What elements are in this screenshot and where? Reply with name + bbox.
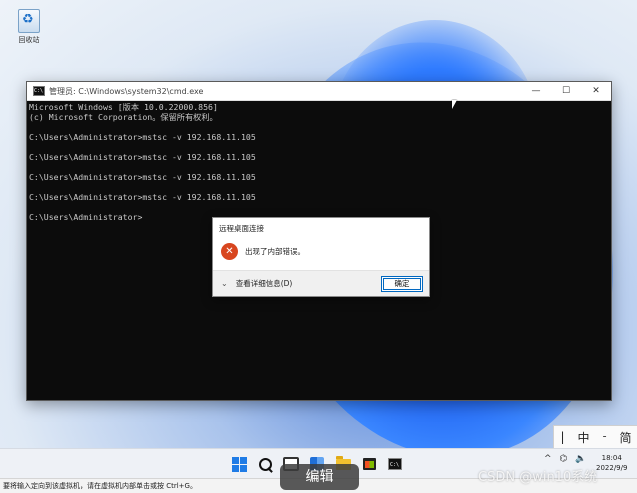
console-line: C:\Users\Administrator>mstsc -v 192.168.… (29, 152, 256, 162)
ime-simplified[interactable]: 简 (619, 429, 631, 446)
tray-overflow-icon[interactable]: ^ (544, 454, 552, 464)
show-details-toggle[interactable]: ⌄ 查看详细信息(D) (221, 278, 381, 289)
mouse-pointer-icon (452, 100, 457, 109)
clock-time: 18:04 (601, 454, 622, 462)
dialog-body: ✕ 出现了内部错误。 (213, 237, 429, 265)
error-message: 出现了内部错误。 (245, 246, 305, 256)
console-line: C:\Users\Administrator>mstsc -v 192.168.… (29, 172, 256, 182)
ime-grip[interactable]: | (561, 430, 565, 444)
console-line: Microsoft Windows [版本 10.0.22000.856] (29, 102, 218, 112)
ime-mode-chinese[interactable]: 中 (578, 429, 590, 446)
volume-icon[interactable]: 🔈 (575, 454, 586, 464)
close-button[interactable]: ✕ (581, 86, 611, 96)
taskbar-clock[interactable]: 18:04 2022/9/9 (596, 453, 627, 473)
cmd-title-bar[interactable]: C:\ 管理员: C:\Windows\system32\cmd.exe — ☐… (27, 82, 611, 101)
store-icon (362, 458, 376, 470)
show-details-label: 查看详细信息(D) (235, 279, 293, 288)
chevron-down-icon: ⌄ (221, 279, 228, 288)
store-button[interactable] (359, 454, 379, 474)
terminal-icon: C:\ (388, 458, 402, 470)
cmd-taskbar-button[interactable]: C:\ (385, 454, 405, 474)
taskbar-search-button[interactable] (255, 454, 275, 474)
console-line: C:\Users\Administrator>mstsc -v 192.168.… (29, 132, 256, 142)
recycle-bin-label: 回收站 (18, 36, 40, 44)
watermark-text: CSDN @win10系统 (478, 470, 598, 485)
console-output[interactable]: Microsoft Windows [版本 10.0.22000.856] (c… (27, 101, 611, 223)
console-line: C:\Users\Administrator>mstsc -v 192.168.… (29, 192, 256, 202)
dialog-footer: ⌄ 查看详细信息(D) 确定 (213, 270, 429, 296)
rdp-error-dialog[interactable]: 远程桌面连接 ✕ 出现了内部错误。 ⌄ 查看详细信息(D) 确定 (212, 217, 430, 297)
cmd-window-title: 管理员: C:\Windows\system32\cmd.exe (49, 86, 204, 96)
desktop-wallpaper: 回收站 C:\ 管理员: C:\Windows\system32\cmd.exe… (0, 0, 637, 478)
error-icon: ✕ (221, 242, 238, 260)
ime-toolbar[interactable]: | 中 ᱼ 简 (553, 425, 637, 449)
ime-punctuation-icon[interactable]: ᱼ (603, 429, 607, 446)
windows-logo-icon (231, 456, 247, 472)
ok-button[interactable]: 确定 (381, 275, 423, 292)
edit-button[interactable]: 编辑 (280, 464, 359, 490)
cmd-app-icon: C:\ (33, 86, 45, 96)
console-line: (c) Microsoft Corporation。保留所有权利。 (29, 112, 218, 122)
maximize-button[interactable]: ☐ (551, 86, 581, 96)
start-button[interactable] (229, 454, 249, 474)
search-icon (258, 457, 272, 471)
network-icon[interactable]: ⌬ (560, 454, 568, 464)
recycle-bin-shortcut[interactable]: 回收站 (14, 9, 44, 45)
clock-date: 2022/9/9 (596, 464, 628, 472)
minimize-button[interactable]: — (521, 86, 551, 96)
system-tray: ^ ⌬ 🔈 (544, 454, 587, 464)
recycle-bin-icon (18, 9, 40, 33)
dialog-title: 远程桌面连接 (219, 224, 264, 233)
